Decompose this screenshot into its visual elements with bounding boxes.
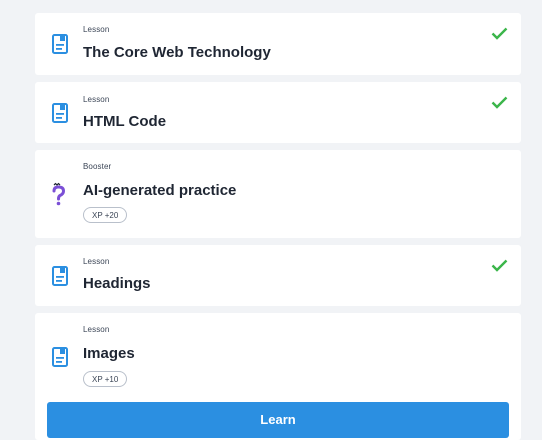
lesson-card[interactable]: Lesson The Core Web Technology — [35, 13, 521, 75]
lesson-document-icon — [51, 102, 69, 124]
lesson-document-icon — [51, 265, 69, 287]
item-title: Images — [83, 345, 135, 362]
item-kind-label: Lesson — [83, 95, 110, 104]
lesson-document-icon — [51, 33, 69, 55]
item-title: AI-generated practice — [83, 182, 237, 199]
learn-button[interactable]: Learn — [47, 402, 509, 438]
item-kind-label: Lesson — [83, 325, 110, 334]
item-kind-label: Booster — [83, 162, 112, 171]
check-icon — [491, 27, 508, 40]
question-mark-icon — [51, 181, 67, 207]
item-kind-label: Lesson — [83, 257, 110, 266]
check-icon — [491, 259, 508, 272]
xp-badge: XP +20 — [83, 207, 128, 223]
xp-badge: XP +10 — [83, 371, 128, 387]
lesson-card[interactable]: Lesson HTML Code — [35, 82, 521, 143]
lesson-document-icon — [51, 346, 69, 368]
lesson-card[interactable]: Lesson Headings — [35, 245, 521, 306]
booster-card[interactable]: Booster AI-generated practice XP +20 — [35, 150, 521, 238]
item-title: The Core Web Technology — [83, 44, 271, 61]
item-title: HTML Code — [83, 113, 167, 130]
item-title: Headings — [83, 275, 151, 292]
item-kind-label: Lesson — [83, 25, 110, 34]
check-icon — [491, 96, 508, 109]
